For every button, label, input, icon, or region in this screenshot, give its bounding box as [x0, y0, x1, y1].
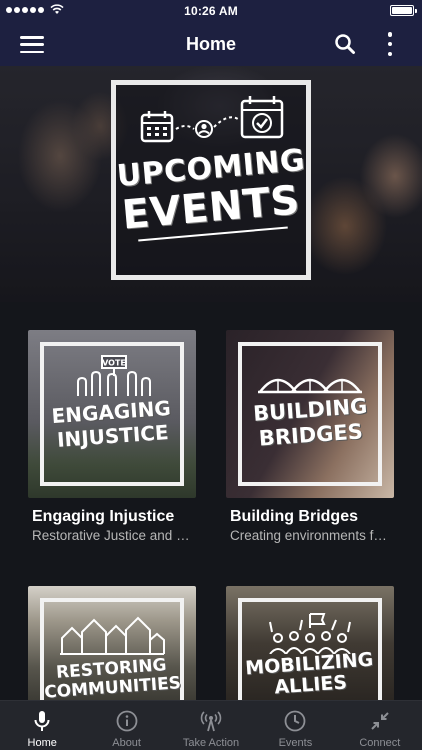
- tab-home[interactable]: Home: [0, 701, 84, 750]
- card-thumbnail: BUILDING BRIDGES: [226, 330, 394, 498]
- card-engaging-injustice[interactable]: VOTE ENGAGING INJUSTICE Engaging Injusti…: [28, 330, 196, 543]
- card-restoring-communities[interactable]: RESTORING COMMUNITIES: [28, 586, 196, 702]
- tab-label: Events: [278, 737, 313, 749]
- card-graphic-title: BUILDING BRIDGES: [252, 393, 369, 451]
- tab-events[interactable]: Events: [253, 701, 337, 750]
- tab-label: Connect: [359, 737, 401, 749]
- tab-connect[interactable]: Connect: [338, 701, 422, 750]
- card-title: Engaging Injustice: [32, 508, 175, 525]
- houses-icon: [60, 616, 165, 655]
- more-options-icon[interactable]: [386, 32, 394, 56]
- microphone-icon: [34, 711, 50, 731]
- card-thumbnail: RESTORING COMMUNITIES: [28, 586, 196, 702]
- hero-banner[interactable]: UPCOMING EVENTS: [0, 66, 422, 302]
- card-title: Building Bridges: [230, 508, 358, 525]
- bridge-icon: [258, 378, 362, 394]
- tab-about[interactable]: About: [84, 701, 168, 750]
- wifi-icon: [50, 4, 64, 14]
- raised-hands-icon: VOTE: [77, 355, 151, 396]
- vote-sign-text: VOTE: [102, 359, 126, 368]
- battery-icon: [390, 5, 417, 16]
- nav-bar: Home: [0, 22, 422, 66]
- card-subtitle: Creating environments for dialogue: [230, 528, 394, 543]
- calendar-icons: [140, 96, 284, 143]
- search-icon[interactable]: [334, 33, 356, 55]
- connect-arrows-icon: [371, 712, 389, 730]
- card-thumbnail: MOBILIZING ALLIES: [226, 586, 394, 702]
- category-grid: VOTE ENGAGING INJUSTICE Engaging Injusti…: [0, 302, 422, 702]
- card-mobilizing-allies[interactable]: MOBILIZING ALLIES: [226, 586, 394, 702]
- broadcast-icon: [200, 711, 222, 732]
- protest-crowd-icon: [269, 613, 351, 654]
- tab-bar: Home About Take Action Events Connect: [0, 700, 422, 750]
- card-building-bridges[interactable]: BUILDING BRIDGES Building Bridges Creati…: [226, 330, 394, 543]
- info-icon: [116, 710, 138, 732]
- card-subtitle: Restorative Justice and Racial Reconcili…: [32, 528, 196, 543]
- clock-icon: [285, 710, 306, 732]
- page-title: Home: [185, 33, 236, 54]
- hero-frame: UPCOMING EVENTS: [111, 80, 311, 280]
- status-bar: 10:26 AM: [0, 0, 422, 22]
- status-time: 10:26 AM: [184, 4, 238, 18]
- tab-take-action[interactable]: Take Action: [169, 701, 253, 750]
- card-graphic-title: ENGAGING INJUSTICE: [50, 395, 172, 452]
- signal-strength-icon: [6, 4, 64, 15]
- tab-label: About: [112, 737, 141, 749]
- tab-label: Take Action: [182, 737, 240, 749]
- card-thumbnail: VOTE ENGAGING INJUSTICE: [28, 330, 196, 498]
- menu-icon[interactable]: [20, 36, 44, 53]
- tab-label: Home: [27, 737, 57, 749]
